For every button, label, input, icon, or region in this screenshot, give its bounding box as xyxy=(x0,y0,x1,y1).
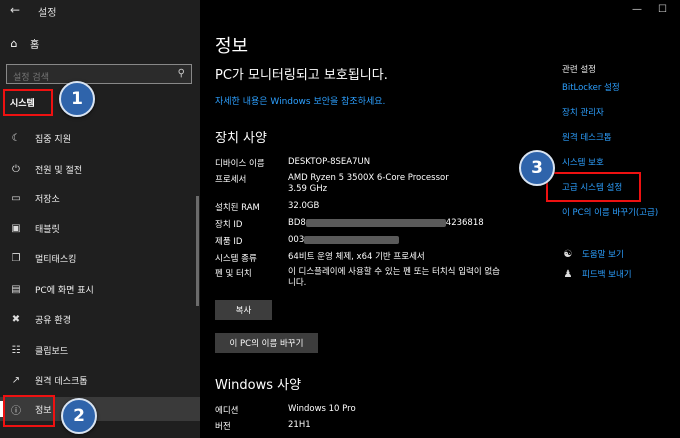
sidebar-item-shared[interactable]: ✖ 공유 환경 xyxy=(0,307,200,331)
back-arrow-icon[interactable]: ← xyxy=(10,3,20,17)
sidebar-item-focus-assist[interactable]: ☾ 집중 지원 xyxy=(0,126,200,150)
remote-desktop-link[interactable]: 원격 데스크톱 xyxy=(562,131,612,143)
power-icon: ⏻ xyxy=(12,163,20,175)
feedback-link[interactable]: ♟ 피드백 보내기 xyxy=(562,268,632,281)
annotation-box-system xyxy=(3,89,53,116)
spec-value: 이 디스플레이에 사용할 수 있는 펜 또는 터치식 입력이 없습니다. xyxy=(288,267,500,288)
remote-desktop-icon: ↗ xyxy=(11,374,21,386)
shared-experience-icon: ✖ xyxy=(11,313,21,325)
rename-pc-advanced-link[interactable]: 이 PC의 이름 바꾸기(고급) xyxy=(562,206,658,218)
storage-icon: ▭ xyxy=(11,192,21,204)
sidebar: ← 설정 ⌂ 홈 ⚲ 시스템 ☾ 집중 지원 ⏻ 전원 및 절전 ▭ 저장소 ▣… xyxy=(0,0,200,438)
spec-value: DESKTOP-8SEA7UN xyxy=(288,157,371,167)
home-label: 홈 xyxy=(30,40,40,51)
redacted-block xyxy=(304,235,400,244)
sidebar-item-label: 저장소 xyxy=(35,194,60,205)
device-manager-link[interactable]: 장치 관리자 xyxy=(562,106,604,118)
windows-security-link[interactable]: 자세한 내용은 Windows 보안을 참조하세요. xyxy=(215,94,385,107)
spec-key: 디바이스 이름 xyxy=(215,159,265,169)
protection-status: PC가 모니터링되고 보호됩니다. xyxy=(215,68,388,83)
sidebar-item-label: PC에 화면 표시 xyxy=(35,285,94,296)
sidebar-item-power[interactable]: ⏻ 전원 및 절전 xyxy=(0,157,200,181)
sidebar-item-remote-desktop[interactable]: ↗ 원격 데스크톱 xyxy=(0,368,200,392)
spec-value: 32.0GB xyxy=(288,201,320,211)
system-protection-link[interactable]: 시스템 보호 xyxy=(562,156,604,168)
home-icon: ⌂ xyxy=(10,37,18,50)
sidebar-item-label: 전원 및 절전 xyxy=(35,165,83,176)
sidebar-item-label: 클립보드 xyxy=(35,346,69,357)
help-chat-icon: ☯ xyxy=(563,248,573,260)
spec-value: Windows 10 Pro xyxy=(288,404,356,414)
page-title: 정보 xyxy=(215,36,249,57)
spec-key: 프로세서 xyxy=(215,175,247,185)
minimize-icon[interactable]: — xyxy=(632,4,642,15)
moon-icon: ☾ xyxy=(11,132,21,144)
get-help-label: 도움말 보기 xyxy=(582,250,624,260)
copy-button[interactable]: 복사 xyxy=(215,300,272,320)
sidebar-item-label: 원격 데스크톱 xyxy=(35,376,88,387)
spec-key: 펜 및 터치 xyxy=(215,269,252,279)
redacted-block xyxy=(305,218,446,227)
sidebar-item-label: 공유 환경 xyxy=(35,315,71,326)
spec-value: 21H1 xyxy=(288,420,311,430)
sidebar-item-project[interactable]: ▤ PC에 화면 표시 xyxy=(0,277,200,301)
sidebar-item-label: 태블릿 xyxy=(35,224,60,235)
spec-key: 에디션 xyxy=(215,406,239,416)
windows-spec-title: Windows 사양 xyxy=(215,378,302,393)
main-content: — ☐ 정보 PC가 모니터링되고 보호됩니다. 자세한 내용은 Windows… xyxy=(200,0,680,438)
related-settings-title: 관련 설정 xyxy=(562,65,596,75)
tablet-icon: ▣ xyxy=(11,222,21,234)
spec-key: 제품 ID xyxy=(215,237,243,247)
annotation-box-about xyxy=(3,395,55,427)
spec-key: 버전 xyxy=(215,422,231,432)
spec-value: BD8 4236818 xyxy=(288,218,484,228)
project-icon: ▤ xyxy=(11,283,21,295)
bitlocker-link[interactable]: BitLocker 설정 xyxy=(562,81,620,93)
annotation-box-advanced xyxy=(546,172,641,202)
spec-value: AMD Ryzen 5 3500X 6-Core Processor 3.59 … xyxy=(288,173,449,194)
multitasking-icon: ❐ xyxy=(11,252,21,264)
feedback-person-icon: ♟ xyxy=(563,268,573,280)
device-spec-title: 장치 사양 xyxy=(215,131,267,146)
sidebar-item-multitasking[interactable]: ❐ 멀티태스킹 xyxy=(0,246,200,270)
search-box[interactable]: ⚲ xyxy=(6,64,192,87)
get-help-link[interactable]: ☯ 도움말 보기 xyxy=(562,248,624,261)
spec-key: 장치 ID xyxy=(215,220,243,230)
sidebar-home[interactable]: ⌂ 홈 xyxy=(8,36,40,51)
sidebar-item-label: 멀티태스킹 xyxy=(35,254,77,265)
spec-value: 003 xyxy=(288,235,518,246)
search-icon[interactable]: ⚲ xyxy=(178,68,185,79)
sidebar-scrollbar[interactable] xyxy=(196,196,199,306)
feedback-label: 피드백 보내기 xyxy=(582,270,632,280)
clipboard-icon: ☷ xyxy=(11,344,21,356)
sidebar-item-storage[interactable]: ▭ 저장소 xyxy=(0,186,200,210)
spec-key: 설치된 RAM xyxy=(215,203,260,213)
step-badge-2: 2 xyxy=(61,398,97,434)
app-title: 설정 xyxy=(38,8,57,19)
sidebar-item-label: 집중 지원 xyxy=(35,134,71,145)
spec-key: 시스템 종류 xyxy=(215,254,257,264)
step-badge-1: 1 xyxy=(59,81,95,117)
sidebar-item-clipboard[interactable]: ☷ 클립보드 xyxy=(0,338,200,362)
sidebar-item-tablet[interactable]: ▣ 태블릿 xyxy=(0,216,200,240)
rename-pc-button[interactable]: 이 PC의 이름 바꾸기 xyxy=(215,333,318,353)
maximize-icon[interactable]: ☐ xyxy=(658,4,667,15)
step-badge-3: 3 xyxy=(519,150,555,186)
spec-value: 64비트 운영 체제, x64 기반 프로세서 xyxy=(288,252,425,262)
